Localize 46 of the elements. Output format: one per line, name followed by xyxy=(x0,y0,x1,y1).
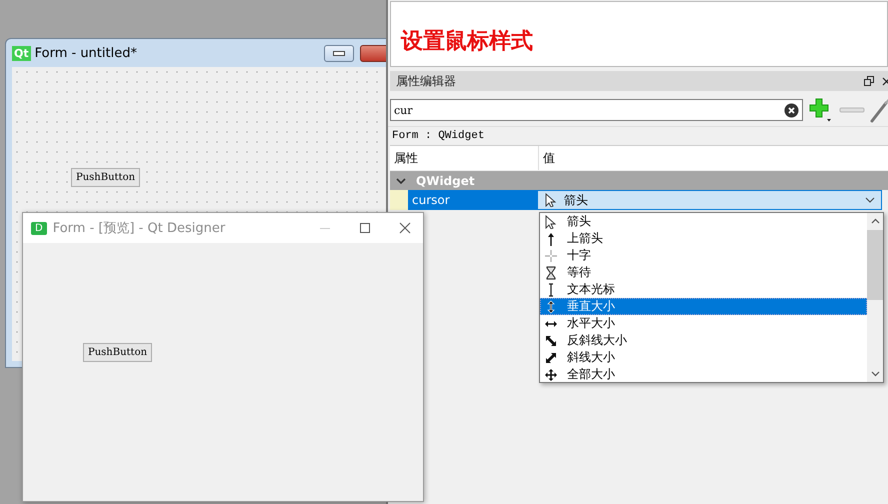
group-name: QWidget xyxy=(416,174,475,188)
close-icon[interactable] xyxy=(399,222,411,234)
dropdown-option[interactable]: 箭头 xyxy=(540,213,867,230)
scrollbar[interactable] xyxy=(867,213,883,382)
annotation-text: 设置鼠标样式 xyxy=(401,27,533,55)
property-name[interactable]: cursor xyxy=(408,190,537,210)
app-logo: Qt xyxy=(12,46,31,60)
dropdown-option[interactable]: 文本光标 xyxy=(540,281,867,298)
scroll-thumb[interactable] xyxy=(867,230,883,300)
diagonal-resize-icon xyxy=(544,350,558,364)
minimize-button[interactable] xyxy=(324,44,354,62)
dropdown-option[interactable]: 斜线大小 xyxy=(540,349,867,366)
move-cursor-icon xyxy=(544,368,558,382)
hourglass-icon xyxy=(544,266,558,280)
cursor-dropdown[interactable]: 箭头 xyxy=(537,190,882,210)
scroll-up-icon[interactable] xyxy=(870,218,880,224)
dropdown-option[interactable]: 全部大小 xyxy=(540,366,867,383)
scroll-down-icon[interactable] xyxy=(870,371,880,377)
window-title: Form - untitled* xyxy=(34,46,137,60)
panel-title: 属性编辑器 xyxy=(396,72,456,90)
dropdown-option[interactable]: 反斜线大小 xyxy=(540,332,867,349)
window-title: Form - [预览] - Qt Designer xyxy=(52,220,226,237)
dropdown-option[interactable]: 水平大小 xyxy=(540,315,867,332)
undock-icon[interactable] xyxy=(864,76,874,86)
plus-icon[interactable] xyxy=(808,97,834,123)
dropdown-option[interactable]: 垂直大小 xyxy=(540,298,867,315)
app-logo: D xyxy=(31,222,47,234)
clear-icon[interactable] xyxy=(784,102,799,118)
wrench-icon[interactable] xyxy=(870,97,888,123)
push-button[interactable]: PushButton xyxy=(71,168,140,187)
maximize-icon[interactable] xyxy=(359,222,371,234)
diagonal-resize-icon xyxy=(544,334,558,348)
push-button[interactable]: PushButton xyxy=(83,343,152,362)
close-icon[interactable] xyxy=(882,76,888,86)
close-button[interactable] xyxy=(360,44,386,62)
changed-marker xyxy=(390,190,408,210)
dropdown-option[interactable]: 十字 xyxy=(540,247,867,264)
column-header[interactable]: 值 xyxy=(539,146,555,170)
column-header[interactable]: 属性 xyxy=(390,146,539,170)
dropdown-option[interactable]: 等待 xyxy=(540,264,867,281)
arrow-pointer-icon xyxy=(544,214,558,228)
dropdown-option[interactable]: 上箭头 xyxy=(540,230,867,247)
crosshair-icon xyxy=(544,248,558,262)
arrow-pointer-icon xyxy=(544,193,558,207)
filter-field[interactable]: cur xyxy=(390,99,803,121)
chevron-down-icon xyxy=(865,197,875,203)
